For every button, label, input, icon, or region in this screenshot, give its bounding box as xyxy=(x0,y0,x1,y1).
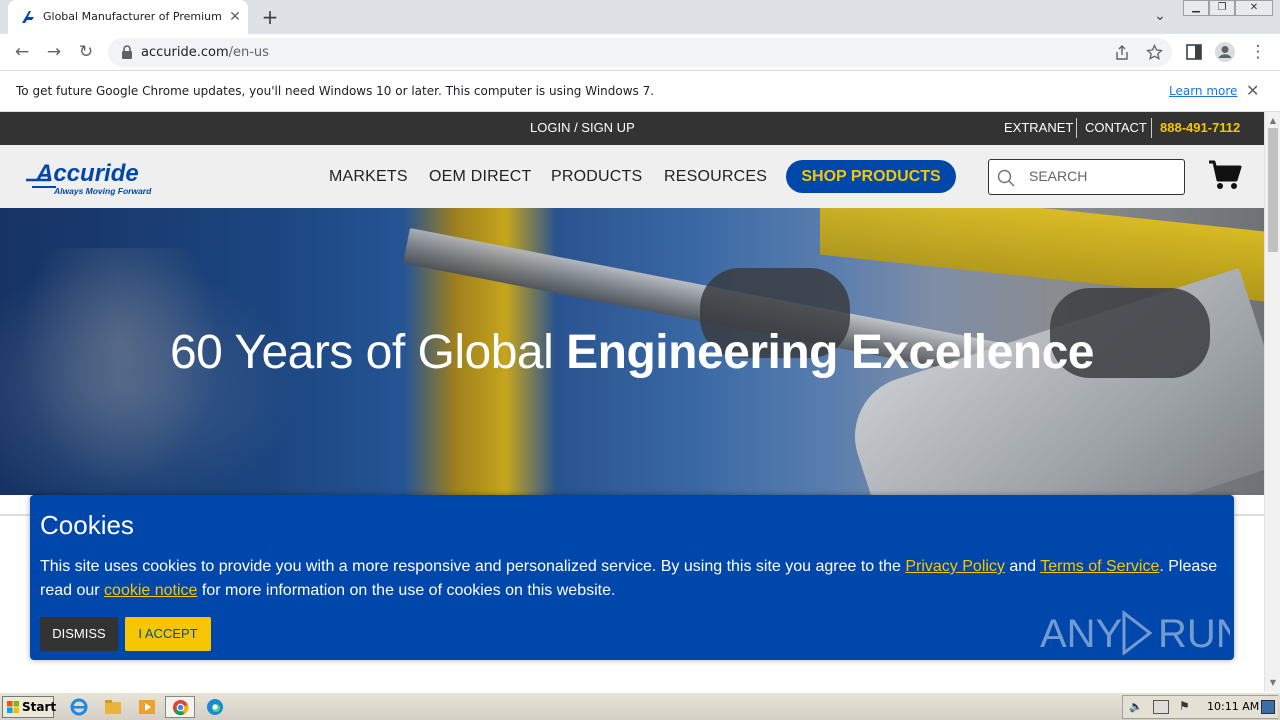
svg-text:ANY: ANY xyxy=(1040,612,1122,655)
cookie-notice-link[interactable]: cookie notice xyxy=(104,582,197,599)
shop-products-button[interactable]: SHOP PRODUCTS xyxy=(786,160,956,193)
search-input[interactable] xyxy=(1029,168,1179,184)
nav-resources[interactable]: RESOURCES xyxy=(664,168,767,186)
tab-close-icon[interactable]: ✕ xyxy=(226,8,244,26)
svg-text:RUN: RUN xyxy=(1158,612,1230,655)
infobar-message: To get future Google Chrome updates, you… xyxy=(16,84,655,98)
cookie-message: This site uses cookies to provide you wi… xyxy=(40,558,1218,599)
browser-tab[interactable]: Global Manufacturer of Premium Ball ✕ xyxy=(8,0,248,34)
chrome-icon xyxy=(172,699,189,716)
system-tray: 🔈 ⚑ 10:11 AM xyxy=(1122,695,1278,719)
show-desktop-icon[interactable] xyxy=(1261,700,1275,714)
address-bar[interactable]: accuride.com/en-us xyxy=(108,38,1172,67)
tab-strip: Global Manufacturer of Premium Ball ✕ + … xyxy=(0,0,1280,34)
windows-logo-icon xyxy=(7,701,19,713)
accuride-logo[interactable]: Accuride Always Moving Forward xyxy=(24,157,174,197)
site-header: Accuride Always Moving Forward MARKETS O… xyxy=(0,145,1264,208)
extranet-link[interactable]: EXTRANET xyxy=(1004,120,1073,135)
cookie-title: Cookies xyxy=(40,510,134,540)
file-explorer-icon[interactable] xyxy=(102,697,124,717)
forward-arrow-icon[interactable]: → xyxy=(42,40,66,64)
internet-explorer-icon[interactable] xyxy=(68,697,90,717)
new-tab-button[interactable]: + xyxy=(258,5,282,29)
url-text: accuride.com/en-us xyxy=(141,45,269,60)
clock[interactable]: 10:11 AM xyxy=(1207,700,1259,713)
reload-icon[interactable]: ↻ xyxy=(74,40,98,64)
minimize-button[interactable]: ▁ xyxy=(1183,0,1209,16)
scroll-down-arrow-icon[interactable]: ▼ xyxy=(1265,676,1280,690)
nav-oem-direct[interactable]: OEM DIRECT xyxy=(429,168,531,186)
anyrun-watermark: ANY RUN xyxy=(1040,609,1230,655)
back-arrow-icon[interactable]: ← xyxy=(10,40,34,64)
cookie-banner: Cookies This site uses cookies to provid… xyxy=(30,495,1234,660)
restore-button[interactable]: ❐ xyxy=(1209,0,1235,16)
contact-link[interactable]: CONTACT xyxy=(1085,120,1147,135)
phone-link[interactable]: 888-491-7112 xyxy=(1160,120,1240,135)
accuride-favicon-icon xyxy=(22,11,34,23)
chrome-menu-icon[interactable]: ⋮ xyxy=(1246,40,1270,64)
action-center-flag-icon[interactable]: ⚑ xyxy=(1179,699,1190,713)
accept-button[interactable]: I ACCEPT xyxy=(125,617,211,651)
web-page: LOGIN / SIGN UP EXTRANET CONTACT 888-491… xyxy=(0,112,1264,692)
nav-products[interactable]: PRODUCTS xyxy=(551,168,642,186)
start-button[interactable]: Start xyxy=(2,696,57,718)
volume-icon[interactable]: 🔈 xyxy=(1129,700,1143,713)
infobar-close-icon[interactable]: ✕ xyxy=(1246,81,1259,100)
privacy-policy-link[interactable]: Privacy Policy xyxy=(905,558,1005,575)
share-icon[interactable] xyxy=(1114,45,1130,61)
terms-of-service-link[interactable]: Terms of Service xyxy=(1040,558,1159,575)
shopping-cart-icon[interactable] xyxy=(1208,159,1242,191)
browser-toolbar: ← → ↻ accuride.com/en-us ⋮ xyxy=(0,34,1280,71)
infobar-learn-more-link[interactable]: Learn more xyxy=(1169,84,1237,98)
lock-icon xyxy=(122,45,132,59)
login-signup-link[interactable]: LOGIN / SIGN UP xyxy=(530,120,635,135)
edge-icon[interactable] xyxy=(204,697,226,717)
svg-text:Always Moving Forward: Always Moving Forward xyxy=(53,186,152,196)
divider xyxy=(1151,118,1152,138)
utility-bar: LOGIN / SIGN UP EXTRANET CONTACT 888-491… xyxy=(0,112,1264,145)
close-window-button[interactable]: ✕ xyxy=(1235,0,1273,16)
divider xyxy=(1076,118,1077,138)
nav-markets[interactable]: MARKETS xyxy=(329,168,408,186)
tab-title: Global Manufacturer of Premium Ball xyxy=(43,10,223,23)
search-icon[interactable] xyxy=(997,169,1015,187)
side-panel-icon[interactable] xyxy=(1186,44,1202,60)
page-scrollbar[interactable]: ▲ ▼ xyxy=(1264,112,1280,692)
chrome-taskbar-button[interactable] xyxy=(165,696,195,718)
hero-title: 60 Years of Global Engineering Excellenc… xyxy=(169,326,1095,379)
hero-banner: 60 Years of Global Engineering Excellenc… xyxy=(0,208,1264,495)
search-box[interactable] xyxy=(988,159,1185,195)
media-player-icon[interactable] xyxy=(136,697,158,717)
start-label: Start xyxy=(22,700,57,714)
chrome-update-infobar: To get future Google Chrome updates, you… xyxy=(0,71,1280,112)
tab-search-chevron-icon[interactable]: ⌄ xyxy=(1150,6,1170,26)
network-icon[interactable] xyxy=(1153,700,1169,714)
profile-avatar-icon[interactable] xyxy=(1214,41,1236,63)
scroll-thumb[interactable] xyxy=(1268,128,1278,252)
scroll-up-arrow-icon[interactable]: ▲ xyxy=(1265,114,1280,128)
svg-text:Accuride: Accuride xyxy=(35,160,139,187)
bookmark-star-icon[interactable] xyxy=(1146,44,1163,61)
windows-taskbar: Start 🔈 ⚑ 10:11 AM xyxy=(0,692,1280,720)
dismiss-button[interactable]: DISMISS xyxy=(40,617,118,651)
